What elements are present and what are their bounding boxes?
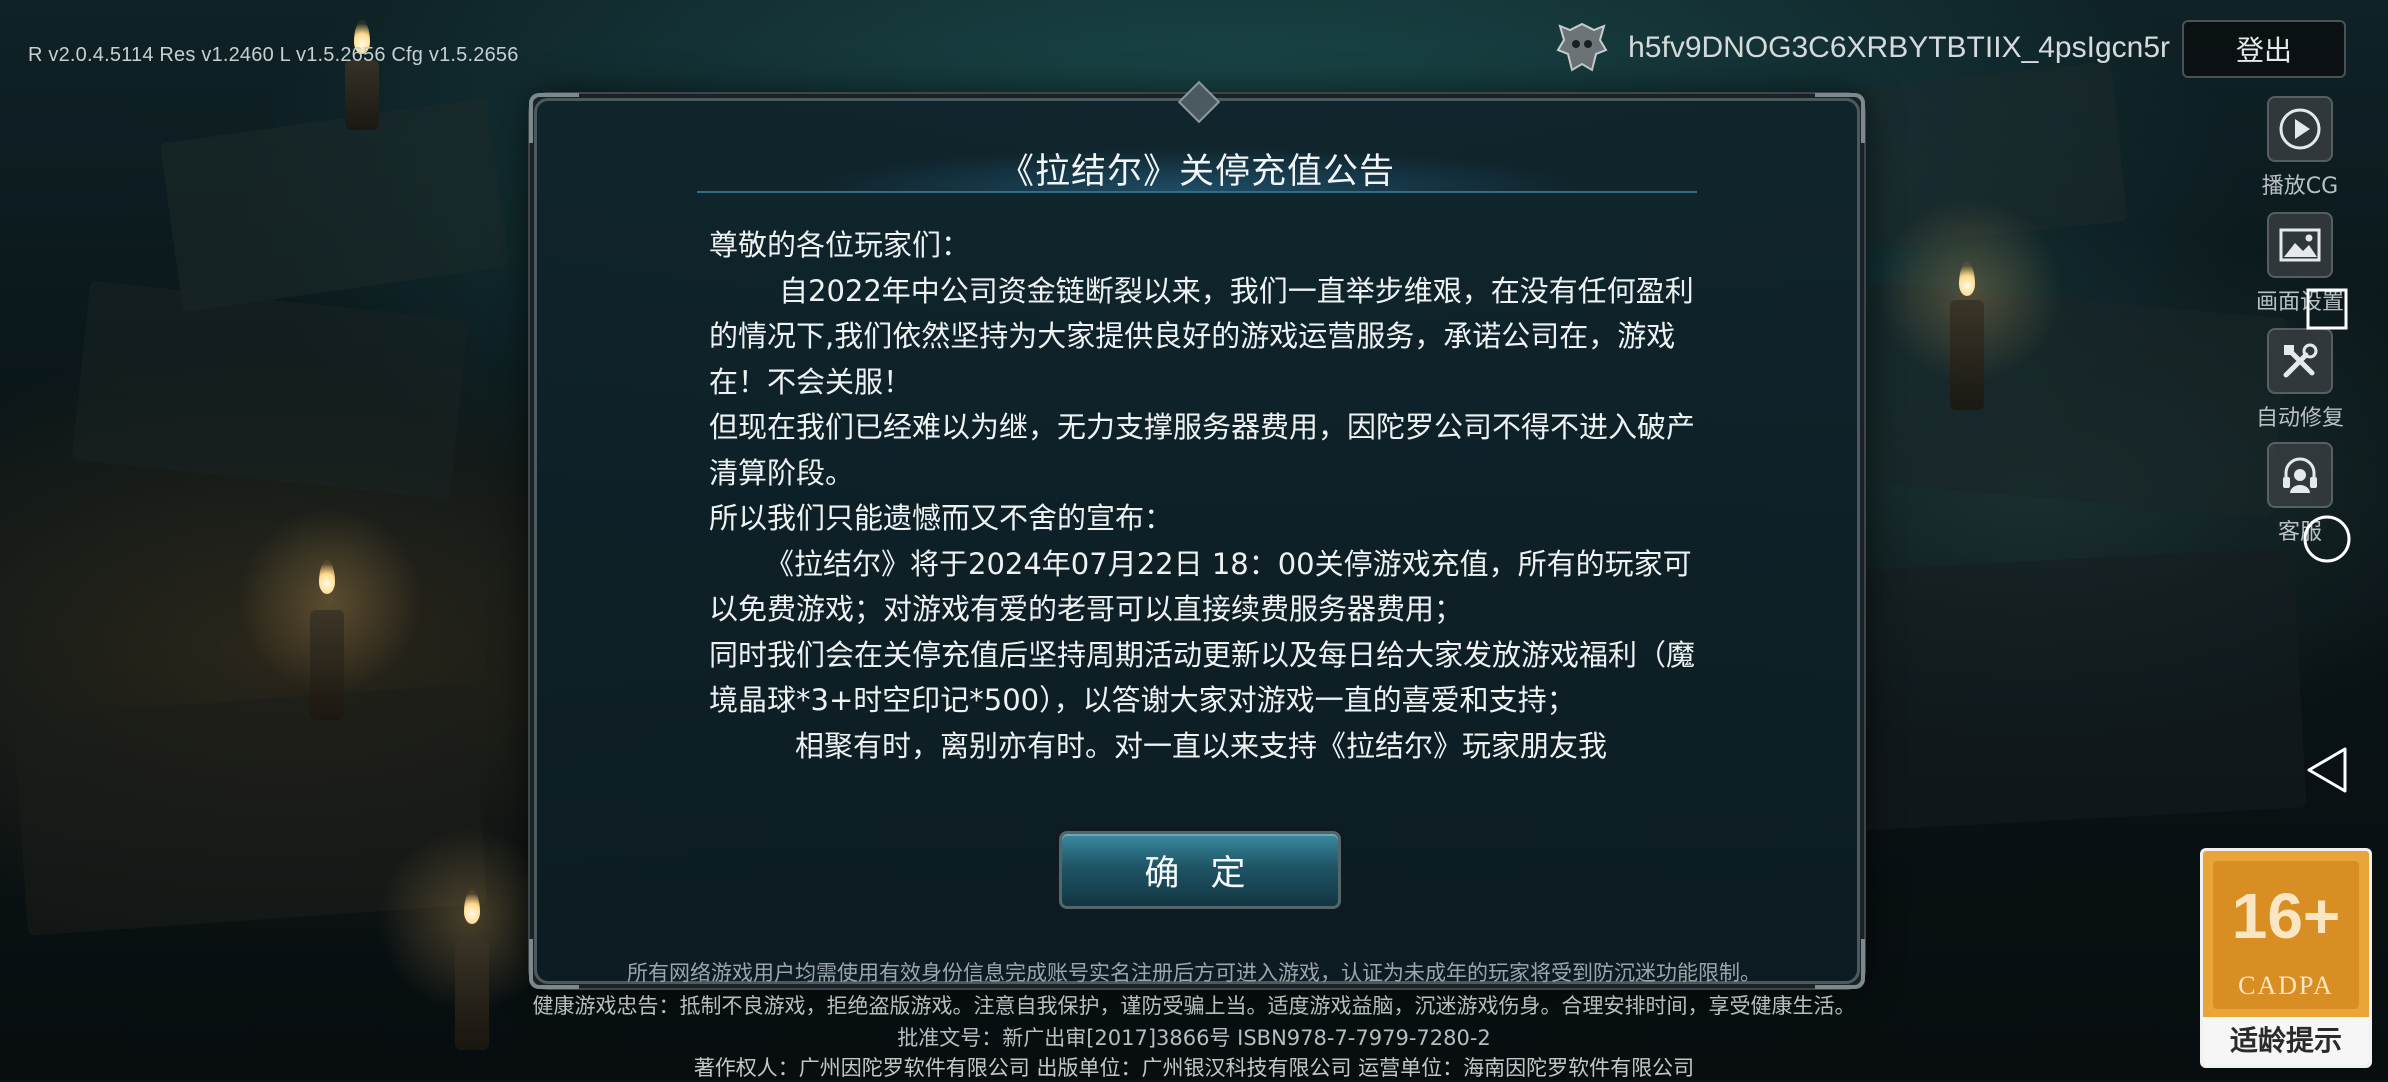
home-button[interactable] [2302, 514, 2352, 564]
age-tip-label: 适龄提示 [2203, 1017, 2369, 1065]
announcement-paragraph: 《拉结尔》将于2024年07月22日 18：00关停游戏充值，所有的玩家可以免费… [709, 546, 1692, 627]
account-emblem-icon [1552, 18, 1612, 78]
auto-repair-button[interactable]: 自动修复 [2240, 328, 2360, 432]
version-info: R v2.0.4.5114 Res v1.2460 L v1.5.2656 Cf… [28, 44, 519, 66]
logout-button[interactable]: 登出 [2182, 20, 2346, 78]
greeting-paragraph: 尊敬的各位玩家们： [709, 228, 971, 262]
announcement-dialog: 《拉结尔》关停充值公告 尊敬的各位玩家们： 自2022年中公司资金链断裂以来，我… [529, 80, 1865, 989]
copyright-info: 著作权人：广州因陀罗软件有限公司 出版单位：广州银汉科技有限公司 运营单位：海南… [693, 1056, 1695, 1080]
repair-tools-icon [2267, 328, 2333, 394]
confirm-button[interactable]: 确 定 [1059, 831, 1341, 909]
account-id: h5fv9DNOG3C6XRBYTBTIIX_4psIgcn5r [1628, 31, 2170, 64]
announcement-paragraph: 自2022年中公司资金链断裂以来，我们一直举步维艰，在没有任何盈利的情况下,我们… [709, 273, 1694, 399]
play-cg-label: 播放CG [2261, 174, 2339, 199]
auto-repair-label: 自动修复 [2255, 406, 2344, 431]
announcement-paragraph: 但现在我们已经难以为继，无力支撑服务器费用，因陀罗公司不得不进入破产清算阶段。 [709, 410, 1696, 490]
announcement-paragraph: 所以我们只能遗憾而又不舍的宣布： [709, 501, 1174, 535]
triangle-back-icon [2307, 747, 2347, 793]
play-cg-button[interactable]: 播放CG [2240, 96, 2360, 200]
announcement-body[interactable]: 尊敬的各位玩家们： 自2022年中公司资金链断裂以来，我们一直举步维艰，在没有任… [709, 223, 1709, 923]
announcement-paragraph: 同时我们会在关停充值后坚持周期活动更新以及每日给大家发放游戏福利（魔境晶球*3+… [709, 637, 1696, 718]
rating-org: CADPA [2238, 971, 2334, 1000]
realname-notice: 所有网络游戏用户均需使用有效身份信息完成账号实名注册后方可进入游戏，认证为未成年… [627, 961, 1761, 985]
announcement-paragraph: 相聚有时，离别亦有时。对一直以来支持《拉结尔》玩家朋友我 [795, 728, 1608, 763]
play-icon [2267, 96, 2333, 162]
age-rating-number: 16+ [2231, 880, 2341, 952]
health-advisory: 健康游戏忠告：抵制不良游戏，拒绝盗版游戏。注意自我保护，谨防受骗上当。适度游戏益… [532, 994, 1856, 1018]
square-icon [2306, 288, 2348, 330]
headset-icon [2267, 442, 2333, 508]
image-icon [2267, 212, 2333, 278]
dialog-title: 《拉结尔》关停充值公告 [998, 152, 1395, 192]
approval-number: 批准文号：新广出审[2017]3866号 ISBN978-7-7979-7280… [897, 1026, 1491, 1050]
account-info: h5fv9DNOG3C6XRBYTBTIIX_4psIgcn5r [1552, 22, 2170, 72]
circle-icon [2303, 515, 2351, 563]
back-button[interactable] [2302, 745, 2352, 795]
age-rating-badge[interactable]: 16+ CADPA 适龄提示 [2200, 848, 2372, 1068]
recent-apps-button[interactable] [2302, 284, 2352, 334]
